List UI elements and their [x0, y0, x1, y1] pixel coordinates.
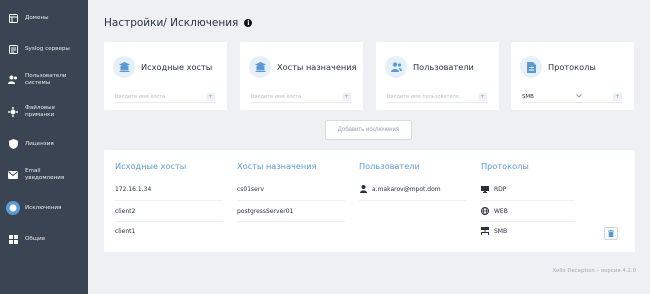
- dest-host-item: cs01serv: [237, 185, 264, 193]
- user-name: a.makarov@mpot.dom: [372, 185, 441, 193]
- general-icon: [8, 234, 18, 244]
- row-divider: [237, 200, 345, 201]
- row-divider: [481, 200, 575, 201]
- sidebar-item-system-users[interactable]: Пользователи системы: [0, 73, 88, 87]
- protocol-item: SMB: [481, 227, 507, 235]
- sidebar-item-label: Email уведомления: [25, 168, 65, 181]
- delete-exclusion-button[interactable]: [604, 227, 618, 240]
- file-lure-icon: [8, 106, 18, 117]
- sidebar-item-domains[interactable]: Домены: [0, 13, 88, 23]
- users-icon: [8, 75, 18, 85]
- add-protocol-button[interactable]: +: [613, 93, 622, 101]
- protocol-name: RDP: [494, 185, 507, 193]
- user-icon: [359, 185, 367, 193]
- source-hosts-card: Исходные хосты Введите имя хоста +: [104, 42, 227, 110]
- exclusions-icon: [6, 201, 20, 215]
- sidebar-item-general[interactable]: Общие: [0, 234, 88, 244]
- add-exclusion-button[interactable]: Добавить исключения: [325, 120, 412, 140]
- users-icon: [385, 56, 407, 78]
- dest-hosts-card: Хосты назначения Введите имя хоста +: [240, 42, 363, 110]
- sidebar-item-syslog[interactable]: Syslog серверы: [0, 44, 88, 54]
- row-divider: [237, 221, 345, 222]
- breadcrumb: Настройки/ Исключения: [104, 17, 239, 29]
- column-header-users: Пользователи: [359, 161, 420, 171]
- sidebar-item-label: Syslog серверы: [25, 45, 70, 52]
- row-divider: [481, 221, 575, 222]
- input-placeholder: Введите имя хоста: [115, 94, 166, 100]
- sidebar-item-exclusions[interactable]: Исключения: [0, 201, 88, 215]
- protocol-name: WEB: [494, 207, 508, 215]
- sidebar-item-license[interactable]: Лицензия: [0, 139, 88, 149]
- protocol-item: WEB: [481, 207, 508, 215]
- input-placeholder: Введите имя пользователя: [387, 94, 459, 100]
- sidebar: Домены Syslog серверы Пользователи систе…: [0, 0, 88, 294]
- add-dest-host-button[interactable]: +: [342, 93, 351, 101]
- protocol-item: RDP: [481, 185, 506, 193]
- column-header-dest-hosts: Хосты назначения: [237, 161, 317, 171]
- exclusions-table: Исходные хосты Хосты назначения Пользова…: [104, 150, 635, 252]
- sidebar-item-file-lures[interactable]: Файловые приманки: [0, 105, 88, 119]
- users-card: Пользователи Введите имя пользователя +: [376, 42, 499, 110]
- monitor-icon: [481, 185, 489, 193]
- protocol-select[interactable]: SMB +: [522, 92, 622, 103]
- protocols-card: Протоколы SMB +: [511, 42, 634, 110]
- sidebar-item-label: Файловые приманки: [25, 105, 56, 118]
- column-header-protocols: Протоколы: [481, 161, 529, 171]
- card-title: Протоколы: [548, 62, 596, 72]
- column-header-source-hosts: Исходные хосты: [115, 161, 187, 171]
- selected-protocol: SMB: [522, 94, 534, 100]
- card-title: Пользователи: [413, 62, 474, 72]
- add-source-host-button[interactable]: +: [206, 93, 215, 101]
- sidebar-item-label: Домены: [25, 14, 49, 21]
- network-icon: [481, 227, 489, 235]
- trash-icon: [608, 230, 614, 237]
- input-placeholder: Введите имя хоста: [251, 94, 302, 100]
- document-icon: [520, 56, 542, 78]
- domains-icon: [8, 13, 18, 23]
- syslog-icon: [8, 44, 18, 54]
- source-host-item: client1: [115, 227, 136, 235]
- sidebar-item-label: Пользователи системы: [25, 73, 67, 86]
- sidebar-item-email-notifications[interactable]: Email уведомления: [0, 168, 88, 182]
- add-user-button[interactable]: +: [478, 93, 487, 101]
- row-divider: [115, 200, 223, 201]
- dest-host-item: postgressServer01: [237, 207, 294, 215]
- source-host-item: 172.16.1.34: [115, 185, 152, 193]
- chevron-down-icon: [576, 93, 582, 100]
- host-icon: [113, 56, 135, 78]
- info-icon[interactable]: i: [244, 19, 253, 27]
- email-icon: [8, 170, 18, 180]
- version-footer: Xello Deception – версия 4.2.0: [552, 268, 636, 274]
- sidebar-item-label: Исключения: [25, 204, 62, 211]
- sidebar-item-label: Лицензия: [25, 140, 54, 147]
- page-title: Настройки/ Исключения i: [104, 17, 253, 29]
- protocol-name: SMB: [494, 227, 508, 235]
- dest-host-input[interactable]: Введите имя хоста +: [251, 92, 351, 103]
- row-divider: [359, 200, 467, 201]
- globe-icon: [481, 207, 489, 215]
- host-icon: [249, 56, 271, 78]
- card-title: Исходные хосты: [141, 62, 213, 72]
- user-item: a.makarov@mpot.dom: [359, 185, 441, 193]
- sidebar-item-label: Общие: [25, 235, 46, 242]
- license-icon: [8, 139, 18, 149]
- source-host-input[interactable]: Введите имя хоста +: [115, 92, 215, 103]
- source-host-item: client2: [115, 207, 136, 215]
- row-divider: [115, 221, 223, 222]
- card-title: Хосты назначения: [277, 62, 357, 72]
- user-input[interactable]: Введите имя пользователя +: [387, 92, 487, 103]
